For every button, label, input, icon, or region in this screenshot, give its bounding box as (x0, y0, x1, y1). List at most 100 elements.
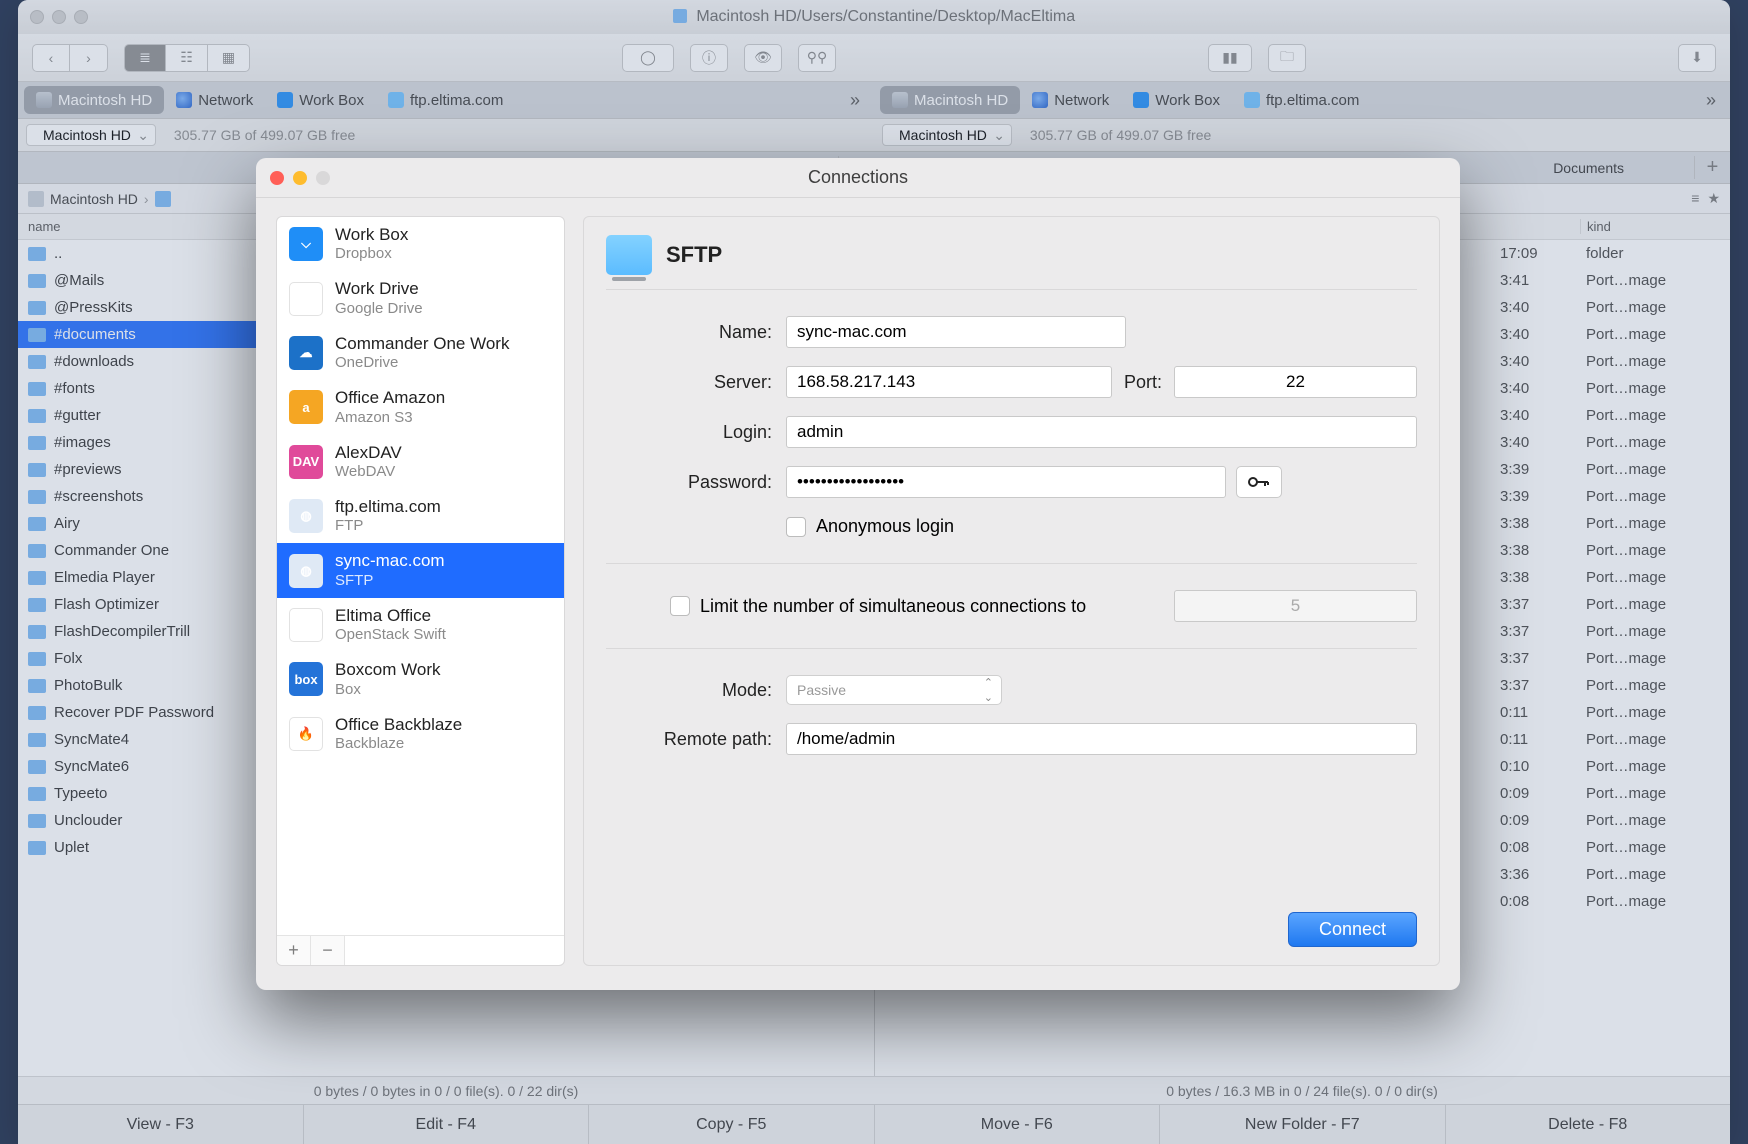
add-tab-right[interactable]: + (1694, 156, 1730, 179)
connections-dialog: Connections ⌵Work BoxDropbox▲Work DriveG… (256, 158, 1460, 990)
location-tabs: Macintosh HDNetworkWork Boxftp.eltima.co… (18, 82, 1730, 118)
folder-icon (155, 191, 171, 207)
download-icon[interactable]: ⬇ (1678, 44, 1716, 72)
ftp2-icon: ◍ (289, 499, 323, 533)
dialog-titlebar: Connections (256, 158, 1460, 198)
connection-item[interactable]: ☁Commander One WorkOneDrive (277, 326, 564, 380)
toolbar: ‹ › ≣ ☷ ▦ ◯ ⓘ 👁 ⚲⚲ ▮▮ 🗀 ⬇ (18, 34, 1730, 82)
status-bar: 0 bytes / 0 bytes in 0 / 0 file(s). 0 / … (18, 1076, 1730, 1104)
mode-select[interactable]: Passive (786, 675, 1002, 705)
list-mode-icon[interactable]: ≡ (1691, 190, 1699, 207)
preview-icon[interactable]: 👁 (744, 44, 782, 72)
folder-icon (28, 841, 46, 855)
connection-item[interactable]: DAVAlexDAVWebDAV (277, 435, 564, 489)
dialog-title: Connections (256, 167, 1460, 188)
password-field[interactable] (786, 466, 1226, 498)
col-kind-header[interactable]: kind (1580, 219, 1720, 234)
drive-row: Macintosh HD 305.77 GB of 499.07 GB free… (18, 118, 1730, 152)
star-icon[interactable]: ★ (1707, 190, 1720, 207)
close-icon[interactable] (270, 171, 284, 185)
minimize-icon[interactable] (293, 171, 307, 185)
connection-item[interactable]: boxBoxcom WorkBox (277, 652, 564, 706)
remote-path-label: Remote path: (606, 729, 786, 750)
location-tab[interactable]: Work Box (1121, 86, 1232, 114)
fn-button[interactable]: Delete - F8 (1446, 1105, 1731, 1144)
location-tab[interactable]: Macintosh HD (24, 86, 164, 114)
folder-icon (28, 355, 46, 369)
dbx-icon (277, 92, 293, 108)
disk-icon (673, 9, 687, 23)
fn-button[interactable]: Edit - F4 (304, 1105, 590, 1144)
connect-button[interactable]: Connect (1288, 912, 1417, 947)
binoculars-icon[interactable]: ⚲⚲ (798, 44, 836, 72)
limit-field (1174, 590, 1417, 622)
connection-type: SFTP (666, 242, 722, 268)
limit-label: Limit the number of simultaneous connect… (700, 596, 1086, 617)
info-icon[interactable]: ⓘ (690, 44, 728, 72)
view-columns-icon[interactable]: ☷ (166, 44, 208, 72)
zoom-icon[interactable] (74, 10, 88, 24)
remove-connection-button[interactable]: − (311, 936, 345, 965)
location-tab[interactable]: Work Box (265, 86, 376, 114)
anonymous-checkbox[interactable] (786, 517, 806, 537)
folder-icon (28, 436, 46, 450)
location-tab[interactable]: Network (164, 86, 265, 114)
swift-icon: S (289, 608, 323, 642)
free-space-left: 305.77 GB of 499.07 GB free (174, 127, 355, 143)
password-label: Password: (606, 472, 786, 493)
gdrive-icon: ▲ (289, 282, 323, 316)
panels-icon[interactable]: ▮▮ (1208, 44, 1252, 72)
view-grid-icon[interactable]: ▦ (208, 44, 250, 72)
limit-checkbox[interactable] (670, 596, 690, 616)
ftp-icon (388, 92, 404, 108)
connection-form: SFTP Name: Server: Port: Login: (583, 216, 1440, 966)
folder-icon (28, 571, 46, 585)
add-connection-button[interactable]: + (277, 936, 311, 965)
connection-item[interactable]: ▲Work DriveGoogle Drive (277, 271, 564, 325)
forward-button[interactable]: › (70, 44, 108, 72)
sftp-icon (606, 235, 652, 275)
login-field[interactable] (786, 416, 1417, 448)
minimize-icon[interactable] (52, 10, 66, 24)
folder-icon (28, 814, 46, 828)
fn-button[interactable]: View - F3 (18, 1105, 304, 1144)
connection-item[interactable]: 🔥Office BackblazeBackblaze (277, 707, 564, 761)
location-tab[interactable]: ftp.eltima.com (1232, 86, 1371, 114)
connection-item[interactable]: aOffice AmazonAmazon S3 (277, 380, 564, 434)
fn-button[interactable]: Copy - F5 (589, 1105, 875, 1144)
remote-path-field[interactable] (786, 723, 1417, 755)
folder-icon (28, 382, 46, 396)
tabs-overflow-icon[interactable]: » (1692, 90, 1730, 111)
folder-icon (28, 274, 46, 288)
connection-item[interactable]: ⌵Work BoxDropbox (277, 217, 564, 271)
hdd-icon (892, 92, 908, 108)
tabs-overflow-icon[interactable]: » (836, 90, 874, 111)
folder-icon[interactable]: 🗀 (1268, 44, 1306, 72)
fn-button[interactable]: Move - F6 (875, 1105, 1161, 1144)
location-tab[interactable]: Macintosh HD (880, 86, 1020, 114)
drive-picker-right[interactable]: Macintosh HD (882, 124, 1012, 146)
key-icon[interactable] (1236, 466, 1282, 498)
name-field[interactable] (786, 316, 1126, 348)
server-field[interactable] (786, 366, 1112, 398)
folder-icon (28, 328, 46, 342)
port-label: Port: (1112, 372, 1174, 393)
connection-item[interactable]: SEltima OfficeOpenStack Swift (277, 598, 564, 652)
location-tab[interactable]: ftp.eltima.com (376, 86, 515, 114)
connection-item[interactable]: ◍sync-mac.comSFTP (277, 543, 564, 597)
port-field[interactable] (1174, 366, 1417, 398)
folder-icon (28, 490, 46, 504)
window-title: Macintosh HD/Users/Constantine/Desktop/M… (18, 8, 1730, 26)
folder-icon (28, 463, 46, 477)
s3-icon: a (289, 390, 323, 424)
connection-item[interactable]: ◍ftp.eltima.comFTP (277, 489, 564, 543)
view-list-icon[interactable]: ≣ (124, 44, 166, 72)
location-tab[interactable]: Network (1020, 86, 1121, 114)
fn-button[interactable]: New Folder - F7 (1160, 1105, 1446, 1144)
back-button[interactable]: ‹ (32, 44, 70, 72)
folder-icon (28, 652, 46, 666)
drive-picker-left[interactable]: Macintosh HD (26, 124, 156, 146)
view-segmented: ≣ ☷ ▦ (124, 44, 250, 72)
toggle-button[interactable]: ◯ (622, 44, 674, 72)
close-icon[interactable] (30, 10, 44, 24)
